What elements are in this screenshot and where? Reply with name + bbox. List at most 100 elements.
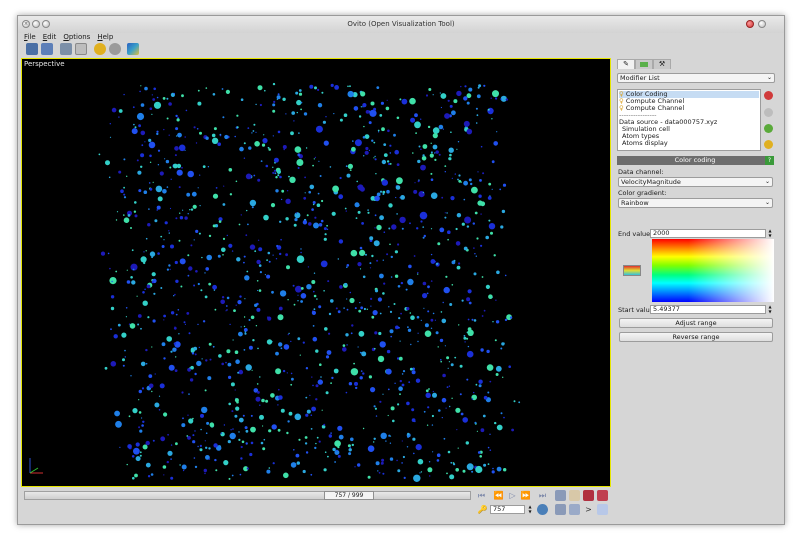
menu-edit[interactable]: Edit — [43, 33, 57, 41]
goto-end-icon[interactable]: ⏭ — [537, 490, 548, 501]
atom — [113, 334, 118, 339]
play-icon[interactable]: ▷ — [507, 490, 518, 501]
atom — [339, 118, 343, 122]
atom — [188, 418, 194, 424]
atom — [324, 327, 328, 331]
atom — [168, 232, 170, 234]
animation-time-slider[interactable]: 757 / 999 — [24, 491, 471, 500]
end-value-spinner-icon[interactable]: ▲ ▼ — [767, 228, 773, 238]
atom — [182, 209, 184, 211]
start-value-spinner-icon[interactable]: ▲ ▼ — [767, 304, 773, 314]
animation-key-icon[interactable]: 🔑 — [477, 504, 488, 515]
atom — [198, 346, 200, 348]
atom — [362, 136, 366, 139]
data-channel-select[interactable]: VelocityMagnitude ⌄ — [618, 177, 773, 187]
frame-spinner-field[interactable]: 757 — [490, 505, 525, 514]
start-value-field[interactable]: 5.49377 — [650, 305, 766, 314]
atom — [487, 108, 490, 111]
adjust-range-button[interactable]: Adjust range — [619, 318, 773, 328]
atom — [464, 85, 467, 88]
atom — [205, 446, 208, 449]
orbit-icon[interactable] — [583, 490, 594, 501]
atom — [238, 331, 243, 337]
menu-options[interactable]: Options — [63, 33, 90, 41]
color-gradient-select[interactable]: Rainbow ⌄ — [618, 198, 773, 208]
render-icon[interactable] — [109, 43, 121, 55]
atom — [447, 238, 449, 241]
atom — [299, 354, 301, 356]
atom — [419, 472, 421, 474]
atom — [190, 365, 194, 370]
end-value-field[interactable]: 2000 — [650, 229, 766, 238]
next-frame-icon[interactable]: ⏩ — [520, 490, 531, 501]
save-icon[interactable] — [41, 43, 53, 55]
atom — [396, 459, 398, 462]
maximize-window-icon[interactable] — [758, 20, 766, 28]
pick-orbit-center-icon[interactable]: > — [583, 504, 594, 515]
export-icon[interactable] — [75, 43, 87, 55]
lightbulb-icon[interactable] — [94, 43, 106, 55]
atom — [220, 432, 225, 437]
atom — [377, 355, 385, 363]
zoom-region-icon[interactable] — [555, 504, 566, 515]
stack-item-atoms-display[interactable]: Atoms display — [622, 140, 668, 147]
maximize-viewport-icon[interactable] — [597, 504, 608, 515]
atom — [272, 254, 274, 256]
move-down-icon[interactable] — [764, 124, 773, 133]
atom — [166, 268, 169, 271]
atom — [503, 416, 505, 419]
atom — [250, 441, 254, 445]
atom — [294, 212, 301, 219]
import-icon[interactable] — [60, 43, 72, 55]
swap-colors-icon[interactable] — [623, 265, 641, 276]
frame-spinner-icon[interactable]: ▲ ▼ — [527, 504, 533, 514]
atom — [251, 369, 253, 371]
zoom-icon[interactable] — [555, 490, 566, 501]
atom — [401, 98, 408, 105]
perspective-viewport[interactable]: Perspective — [21, 58, 611, 487]
atom — [179, 464, 181, 466]
atom — [386, 189, 390, 194]
atom — [223, 424, 226, 426]
atom — [142, 291, 145, 294]
atom — [473, 319, 477, 322]
atom — [439, 227, 445, 233]
atom — [416, 315, 420, 319]
modify-tab-icon[interactable]: ✎ — [617, 59, 635, 69]
modifier-stack[interactable]: ♀ Color Coding ♀ Compute Channel ♀ Compu… — [617, 89, 761, 151]
minimize-window-icon[interactable] — [746, 20, 754, 28]
toggle-modifier-icon[interactable] — [764, 140, 773, 149]
zoom-extents-icon[interactable] — [569, 504, 580, 515]
atom — [259, 414, 264, 420]
animation-settings-icon[interactable] — [537, 504, 548, 515]
pan-icon[interactable] — [569, 490, 580, 501]
menu-help[interactable]: Help — [97, 33, 113, 41]
fov-icon[interactable] — [597, 490, 608, 501]
atom — [265, 399, 269, 403]
utilities-tab-icon[interactable]: ⚒ — [653, 59, 671, 69]
move-up-icon[interactable] — [764, 108, 773, 117]
atom — [190, 208, 194, 211]
atom — [310, 414, 313, 417]
atom — [461, 222, 465, 226]
delete-modifier-icon[interactable] — [764, 91, 773, 100]
atom — [428, 461, 431, 463]
goto-start-icon[interactable]: ⏮ — [476, 490, 487, 501]
atom — [448, 157, 450, 160]
atom — [496, 466, 502, 472]
atom — [287, 333, 289, 336]
time-slider-thumb[interactable]: 757 / 999 — [324, 491, 374, 500]
menu-file[interactable]: File — [24, 33, 36, 41]
atom — [249, 452, 253, 457]
atom — [374, 195, 380, 202]
render-tab-icon[interactable] — [635, 59, 653, 69]
modifier-list-dropdown[interactable]: Modifier List ⌄ — [617, 73, 775, 83]
render-frame-icon[interactable] — [127, 43, 139, 55]
reverse-range-button[interactable]: Reverse range — [619, 332, 773, 342]
atom — [244, 298, 246, 300]
previous-frame-icon[interactable]: ⏪ — [493, 490, 504, 501]
help-button[interactable]: ? — [765, 156, 774, 165]
atom — [245, 364, 252, 371]
atom — [302, 469, 306, 474]
open-folder-icon[interactable] — [26, 43, 38, 55]
